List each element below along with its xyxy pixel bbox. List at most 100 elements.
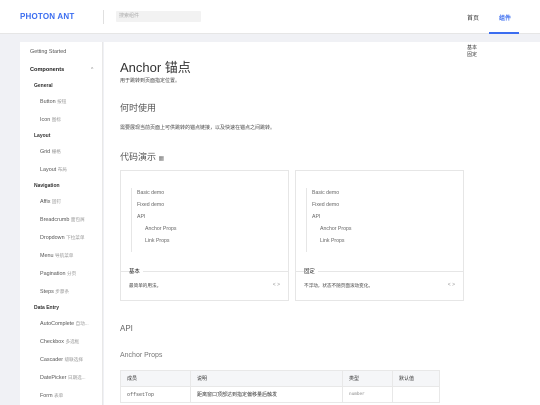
sidebar-item-form[interactable]: Form 表单 xyxy=(40,393,63,399)
table-cell: number xyxy=(342,386,393,403)
card-divider xyxy=(296,271,463,272)
sidebar-item-label: Form xyxy=(40,393,53,399)
sidebar-item-label: Pagination xyxy=(40,271,66,277)
sidebar-item-cn: 导航菜单 xyxy=(55,253,74,258)
sidebar-item-label: Checkbox xyxy=(40,339,64,345)
sidebar-item-affix[interactable]: Affix 固钉 xyxy=(40,199,61,205)
sidebar-item-label: Affix xyxy=(40,199,51,205)
page-subtitle: 用于跳转到页面指定位置。 xyxy=(120,78,181,84)
sidebar-item-dropdown[interactable]: Dropdown 下拉菜单 xyxy=(40,235,84,241)
anchor-link[interactable]: API xyxy=(312,214,320,220)
anchor-demo: Basic demo Fixed demo API Anchor Props L… xyxy=(296,171,463,266)
sidebar-item-cascader[interactable]: Cascader 级联选择 xyxy=(40,357,83,363)
table-header-cell: 说明 xyxy=(190,370,343,387)
sidebar-item-cn: 步骤条 xyxy=(55,289,70,294)
anchor-link[interactable]: Basic demo xyxy=(312,190,339,196)
card-divider xyxy=(121,271,288,272)
anchor-demo: Basic demo Fixed demo API Anchor Props L… xyxy=(121,171,288,266)
sidebar-item-label: Steps xyxy=(40,289,54,295)
props-table: 成员 说明 类型 默认值 offsetTop 距离窗口顶部达到指定偏移量后触发 … xyxy=(120,370,440,403)
sidebar-item-cn: 表单 xyxy=(54,393,64,398)
sidebar-item-label: Breadcrumb xyxy=(40,217,70,223)
anchor-link[interactable]: Link Props xyxy=(320,238,345,244)
toc: 基本 固定 xyxy=(467,45,477,59)
table-header-cell: 成员 xyxy=(120,370,191,387)
code-icon[interactable]: < > xyxy=(273,282,280,288)
sidebar-item-icon[interactable]: Icon 图标 xyxy=(40,117,61,123)
active-nav-indicator xyxy=(489,32,519,34)
sidebar-item-steps[interactable]: Steps 步骤条 xyxy=(40,289,69,295)
sidebar-item-label: AutoComplete xyxy=(40,321,75,327)
sidebar-item-cn: 布局 xyxy=(57,167,67,172)
anchor-link[interactable]: Basic demo xyxy=(137,190,164,196)
sidebar-item-cn: 日期选... xyxy=(67,375,86,380)
toc-item-basic[interactable]: 基本 xyxy=(467,45,477,52)
api-heading: API xyxy=(120,324,133,333)
table-header-row: 成员 说明 类型 默认值 xyxy=(120,370,440,387)
anchor-link[interactable]: Fixed demo xyxy=(137,202,164,208)
sidebar-item-getting-started[interactable]: Getting Started xyxy=(30,49,66,55)
demo-heading-text: 代码演示 xyxy=(120,152,157,162)
chevron-up-icon[interactable]: ^ xyxy=(91,67,93,73)
sidebar-item-autocomplete[interactable]: AutoComplete 自动... xyxy=(40,321,89,327)
sidebar-item-label: Grid xyxy=(40,149,51,155)
search-input[interactable]: 搜索组件 xyxy=(116,11,201,22)
sidebar-item-cn: 分页 xyxy=(66,271,77,276)
demo-card-fixed: Basic demo Fixed demo API Anchor Props L… xyxy=(295,170,464,301)
header-divider xyxy=(103,10,104,24)
demo-title: 基本 xyxy=(129,267,143,275)
sidebar-item-pagination[interactable]: Pagination 分页 xyxy=(40,271,76,277)
top-navbar: PHOTON ANT 搜索组件 首页 组件 xyxy=(0,0,540,34)
sidebar-item-label: DatePicker xyxy=(40,375,67,381)
toc-item-fixed[interactable]: 固定 xyxy=(467,52,477,59)
sidebar-item-cn: 面包屑 xyxy=(70,217,85,222)
page-title: Anchor 锚点 xyxy=(120,60,191,75)
table-cell: offsetTop xyxy=(120,386,191,403)
sidebar-item-grid[interactable]: Grid 栅格 xyxy=(40,149,61,155)
demo-card-basic: Basic demo Fixed demo API Anchor Props L… xyxy=(120,170,289,301)
demo-description: 不浮动，状态不随页面滚动变化。 xyxy=(304,283,373,288)
sidebar-group-label: Data Entry xyxy=(34,305,60,311)
sidebar-item-button[interactable]: Button 按钮 xyxy=(40,99,66,105)
nav-components[interactable]: 组件 xyxy=(499,13,511,22)
demo-description: 最简单的用法。 xyxy=(129,283,162,288)
sidebar-item-layout[interactable]: Layout 布局 xyxy=(40,167,67,173)
sidebar-item-breadcrumb[interactable]: Breadcrumb 面包屑 xyxy=(40,217,85,223)
anchor-props-heading: Anchor Props xyxy=(120,352,163,359)
table-row: offsetTop 距离窗口顶部达到指定偏移量后触发 number xyxy=(120,386,440,403)
sidebar-item-datepicker[interactable]: DatePicker 日期选... xyxy=(40,375,86,381)
sidebar-item-label: Button xyxy=(40,99,56,105)
code-icon[interactable]: < > xyxy=(448,282,455,288)
anchor-link[interactable]: Link Props xyxy=(145,238,170,244)
logo[interactable]: PHOTON ANT xyxy=(20,12,74,21)
sidebar-group-label: General xyxy=(34,83,53,89)
when-to-use-heading: 何时使用 xyxy=(120,103,157,113)
sidebar-item-label: Icon xyxy=(40,117,51,123)
anchor-link[interactable]: Fixed demo xyxy=(312,202,339,208)
when-to-use-text: 需要展现当前页面上可供跳转的锚点链接，以及快速在锚点之间跳转。 xyxy=(120,125,276,131)
sidebar-item-label: Layout xyxy=(40,167,57,173)
sidebar-item-checkbox[interactable]: Checkbox 多选框 xyxy=(40,339,79,345)
anchor-link[interactable]: Anchor Props xyxy=(320,226,351,232)
sidebar-item-cn: 按钮 xyxy=(57,99,67,104)
sidebar-item-cn: 固钉 xyxy=(51,199,62,204)
sidebar-group-label: Navigation xyxy=(34,183,60,189)
table-header-cell: 默认值 xyxy=(392,370,440,387)
anchor-ink-bar xyxy=(131,188,132,252)
anchor-link[interactable]: API xyxy=(137,214,145,220)
nav-home[interactable]: 首页 xyxy=(467,13,479,22)
sidebar-item-cn: 级联选择 xyxy=(64,357,83,362)
anchor-ink-bar xyxy=(306,188,307,252)
demo-heading: 代码演示 ▦ xyxy=(120,150,164,163)
table-header-cell: 类型 xyxy=(342,370,393,387)
sidebar-item-menu[interactable]: Menu 导航菜单 xyxy=(40,253,73,259)
table-cell: 距离窗口顶部达到指定偏移量后触发 xyxy=(190,386,343,403)
expand-code-icon[interactable]: ▦ xyxy=(159,156,165,162)
sidebar-group-label: Layout xyxy=(34,133,51,139)
sidebar-item-label: Menu xyxy=(40,253,54,259)
sidebar-section-components[interactable]: Components xyxy=(30,67,64,73)
sidebar-item-cn: 下拉菜单 xyxy=(66,235,85,240)
sidebar-item-cn: 自动... xyxy=(75,321,89,326)
anchor-link[interactable]: Anchor Props xyxy=(145,226,176,232)
sidebar-item-label: Dropdown xyxy=(40,235,65,241)
